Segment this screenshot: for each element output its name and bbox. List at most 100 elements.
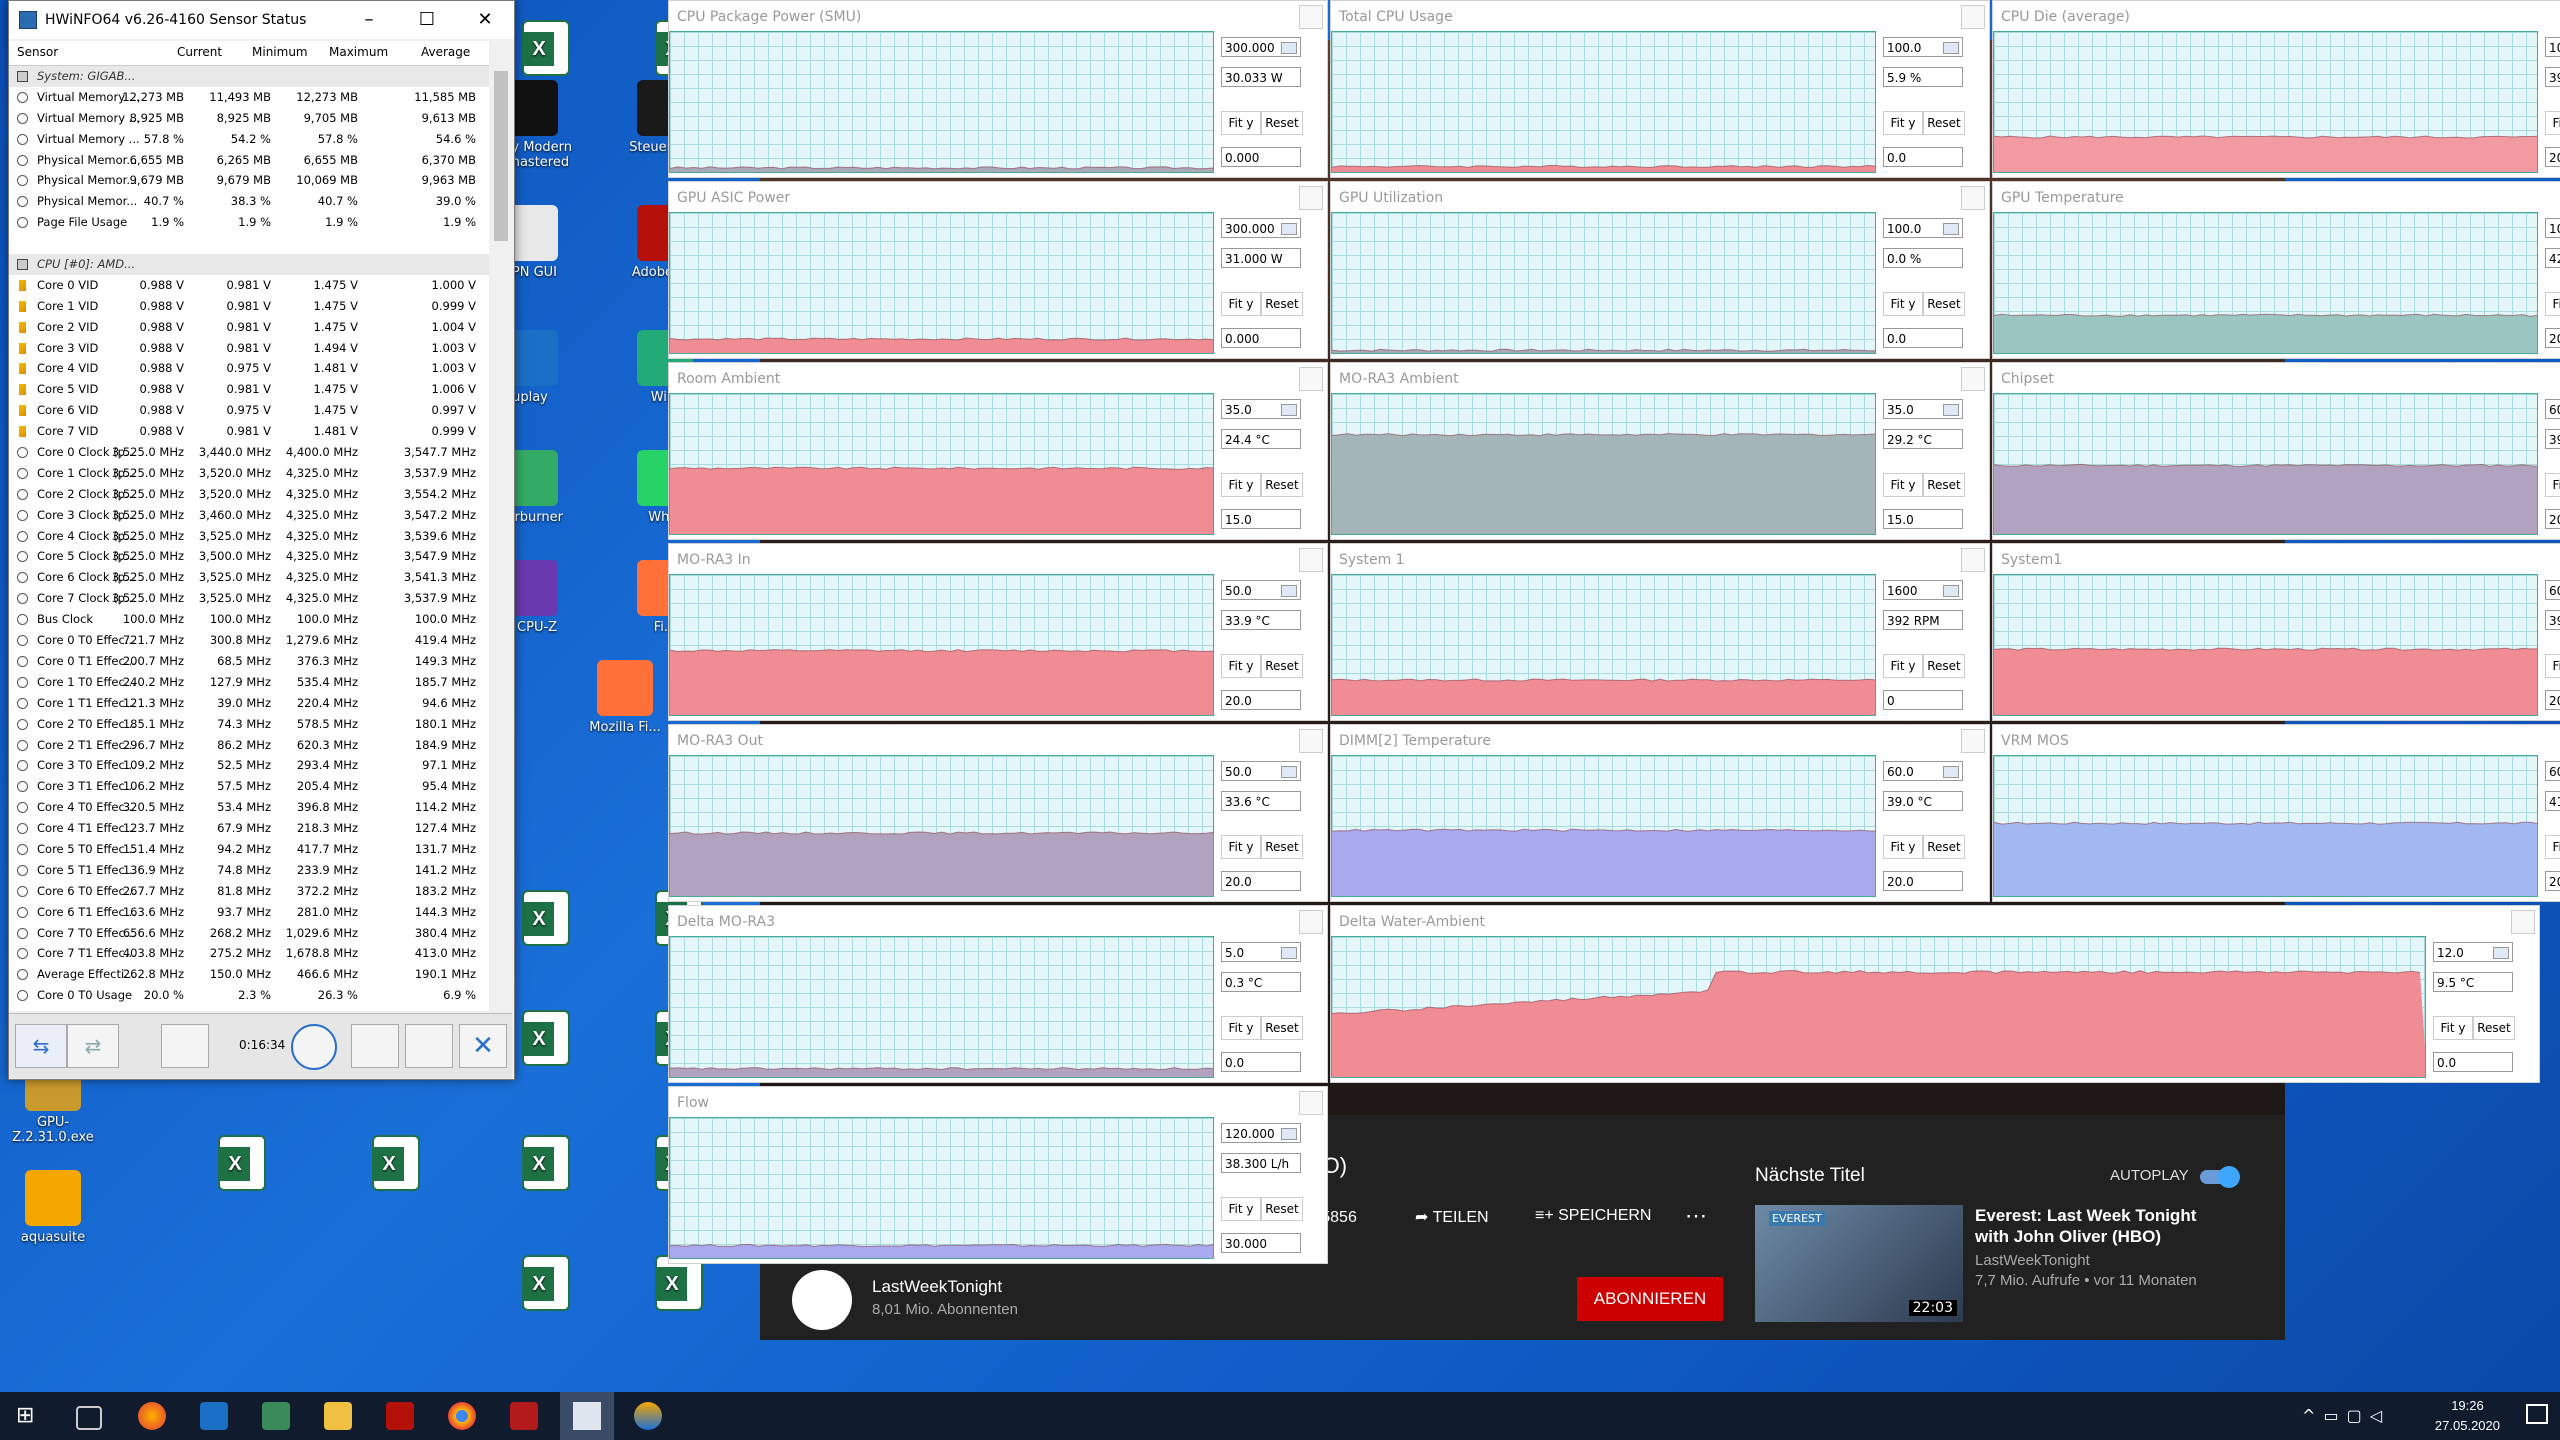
task-view-icon[interactable] bbox=[76, 1406, 102, 1430]
collapse-arrows-icon[interactable]: ⇄ bbox=[67, 1024, 119, 1068]
graph-min-input[interactable]: 0.0 bbox=[2433, 1052, 2513, 1072]
excel-file-icon[interactable] bbox=[655, 1255, 703, 1315]
system-clock[interactable]: 19:26 27.05.2020 bbox=[2435, 1396, 2500, 1436]
sensor-graph-window[interactable]: Delta Water-Ambient 12.0 9.5 °C Fit y Reset 0… bbox=[1330, 905, 2540, 1083]
hwinfo-taskbar-active[interactable] bbox=[560, 1392, 614, 1440]
reset-button[interactable]: Reset bbox=[1923, 654, 1965, 678]
spinner-icon[interactable] bbox=[1281, 1128, 1297, 1140]
navigate-arrows-icon[interactable]: ⇆ bbox=[15, 1024, 67, 1068]
excel-file-icon[interactable] bbox=[522, 890, 570, 950]
spinner-icon[interactable] bbox=[1281, 947, 1297, 959]
file-explorer-icon[interactable] bbox=[324, 1402, 352, 1430]
spinner-icon[interactable] bbox=[1281, 42, 1297, 54]
hwinfo-titlebar[interactable]: HWiNFO64 v6.26-4160 Sensor Status – ☐ ✕ bbox=[9, 1, 514, 39]
fit-y-button[interactable]: Fit y bbox=[2545, 473, 2560, 497]
sensor-row[interactable]: Core 0 T1 Effec... 200.7 MHz 68.5 MHz 376.3… bbox=[9, 651, 489, 672]
sensor-row[interactable] bbox=[9, 233, 489, 254]
sensor-list[interactable]: System: GIGAB... Virtual Memory ... 12,273… bbox=[9, 66, 489, 1011]
sensor-graph-window[interactable]: Chipset60.039.5 °CFit yReset20.0 bbox=[1992, 362, 2560, 540]
graph-close-icon[interactable] bbox=[2511, 910, 2535, 934]
spinner-icon[interactable] bbox=[2493, 947, 2509, 959]
spinner-icon[interactable] bbox=[1943, 585, 1959, 597]
sensor-row[interactable]: Core 3 T1 Effec... 106.2 MHz 57.5 MHz 205.4… bbox=[9, 776, 489, 797]
sensor-row[interactable]: Core 6 T1 Effec... 163.6 MHz 93.7 MHz 281.0… bbox=[9, 902, 489, 923]
graph-min-input[interactable]: 15.0 bbox=[1221, 509, 1301, 529]
sensor-row[interactable]: Core 0 T0 Usage 20.0 % 2.3 % 26.3 % 6.9 % bbox=[9, 985, 489, 1006]
report-icon[interactable] bbox=[351, 1024, 399, 1068]
graph-close-icon[interactable] bbox=[1961, 729, 1985, 753]
close-sensors-icon[interactable]: ✕ bbox=[459, 1024, 507, 1068]
fit-y-button[interactable]: Fit y bbox=[1221, 292, 1261, 316]
reset-button[interactable]: Reset bbox=[1923, 473, 1965, 497]
outlook-icon[interactable] bbox=[200, 1402, 228, 1430]
scrollbar-thumb[interactable] bbox=[494, 71, 508, 241]
sensor-row[interactable]: Core 7 Clock (p... 3,525.0 MHz 3,525.0 MHz… bbox=[9, 588, 489, 609]
excel-file-icon[interactable] bbox=[522, 1135, 570, 1195]
graph-close-icon[interactable] bbox=[1299, 186, 1323, 210]
sensor-graph-window[interactable]: Delta MO-RA3 5.0 0.3 °C Fit y Reset 0.0 bbox=[668, 905, 1328, 1083]
fit-y-button[interactable]: Fit y bbox=[2545, 835, 2560, 859]
sensor-graph-window[interactable]: MO-RA3 In 50.0 33.9 °C Fit y Reset 20.0 bbox=[668, 543, 1328, 721]
save-button[interactable]: ≡+ SPEICHERN bbox=[1535, 1207, 1651, 1225]
sensor-row[interactable]: Core 4 T0 Effec... 320.5 MHz 53.4 MHz 396.8… bbox=[9, 797, 489, 818]
autoplay-toggle[interactable] bbox=[2200, 1166, 2240, 1188]
sensor-row[interactable]: Core 4 Clock (p... 3,525.0 MHz 3,525.0 MHz… bbox=[9, 526, 489, 547]
fit-y-button[interactable]: Fit y bbox=[2545, 292, 2560, 316]
fit-y-button[interactable]: Fit y bbox=[2545, 654, 2560, 678]
column-header[interactable]: Sensor bbox=[17, 45, 58, 59]
graph-close-icon[interactable] bbox=[1299, 1091, 1323, 1115]
graph-min-input[interactable]: 0.0 bbox=[1221, 1052, 1301, 1072]
fit-y-button[interactable]: Fit y bbox=[1883, 111, 1923, 135]
channel-name[interactable]: LastWeekTonight bbox=[872, 1277, 1002, 1297]
column-header[interactable]: Maximum bbox=[329, 45, 388, 59]
graph-min-input[interactable]: 0.000 bbox=[1221, 328, 1301, 348]
sensor-row[interactable]: Core 5 VID 0.988 V 0.981 V 1.475 V 1.006 V bbox=[9, 379, 489, 400]
graph-min-input[interactable]: 0.000 bbox=[1221, 147, 1301, 167]
graph-min-input[interactable]: 15.0 bbox=[1883, 509, 1963, 529]
reset-button[interactable]: Reset bbox=[1923, 835, 1965, 859]
graph-min-input[interactable]: 20.0 bbox=[1883, 871, 1963, 891]
graph-close-icon[interactable] bbox=[1961, 5, 1985, 29]
graph-min-input[interactable]: 20.0 bbox=[1221, 871, 1301, 891]
sensor-graph-window[interactable]: Total CPU Usage 100.0 5.9 % Fit y Reset 0.0 bbox=[1330, 0, 1990, 178]
column-header[interactable]: Current bbox=[177, 45, 222, 59]
share-button[interactable]: ➦ TEILEN bbox=[1415, 1207, 1489, 1227]
spinner-icon[interactable] bbox=[1281, 223, 1297, 235]
spinner-icon[interactable] bbox=[1281, 585, 1297, 597]
start-windows-icon[interactable]: ⊞ bbox=[16, 1402, 44, 1430]
sensor-row[interactable]: Virtual Memory ... 8,925 MB 8,925 MB 9,705 … bbox=[9, 108, 489, 129]
graph-max-input[interactable]: 60 bbox=[2545, 580, 2560, 600]
spinner-icon[interactable] bbox=[1281, 404, 1297, 416]
fit-y-button[interactable]: Fit y bbox=[1221, 473, 1261, 497]
sensor-row[interactable]: Physical Memor... 9,679 MB 9,679 MB 10,069 … bbox=[9, 170, 489, 191]
hwinfo-sensor-window[interactable]: HWiNFO64 v6.26-4160 Sensor Status – ☐ ✕ … bbox=[8, 0, 515, 1080]
sensor-graph-window[interactable]: System 1 1600 392 RPM Fit y Reset 0 bbox=[1330, 543, 1990, 721]
graph-close-icon[interactable] bbox=[1299, 548, 1323, 572]
sensor-row[interactable]: Physical Memor... 6,655 MB 6,265 MB 6,655 M… bbox=[9, 150, 489, 171]
graph-max-input[interactable]: 100.0 bbox=[2545, 37, 2560, 57]
sensor-row[interactable]: Core 2 T1 Effec... 296.7 MHz 86.2 MHz 620.3… bbox=[9, 735, 489, 756]
spinner-icon[interactable] bbox=[1943, 766, 1959, 778]
sensor-graph-window[interactable]: System16039 °CFit yReset20 bbox=[1992, 543, 2560, 721]
sensor-graph-window[interactable]: GPU Utilization 100.0 0.0 % Fit y Reset 0.0 bbox=[1330, 181, 1990, 359]
excel-file-icon[interactable] bbox=[522, 20, 570, 80]
fit-y-button[interactable]: Fit y bbox=[1221, 111, 1261, 135]
graph-min-input[interactable]: 20.0 bbox=[2545, 328, 2560, 348]
sensor-row[interactable]: Core 2 VID 0.988 V 0.981 V 1.475 V 1.004 V bbox=[9, 317, 489, 338]
sensor-row[interactable]: Core 0 VID 0.988 V 0.981 V 1.475 V 1.000 V bbox=[9, 275, 489, 296]
aquasuite-icon[interactable] bbox=[634, 1402, 662, 1430]
reset-button[interactable]: Reset bbox=[1261, 111, 1303, 135]
reset-button[interactable]: Reset bbox=[1261, 473, 1303, 497]
sensor-row[interactable]: Page File Usage 1.9 % 1.9 % 1.9 % 1.9 % bbox=[9, 212, 489, 233]
reset-button[interactable]: Reset bbox=[1261, 1197, 1303, 1221]
fit-y-button[interactable]: Fit y bbox=[1883, 473, 1923, 497]
fit-y-button[interactable]: Fit y bbox=[1221, 1016, 1261, 1040]
minimize-icon[interactable]: – bbox=[340, 1, 398, 39]
fit-y-button[interactable]: Fit y bbox=[1221, 835, 1261, 859]
graph-min-input[interactable]: 20 bbox=[2545, 871, 2560, 891]
sensor-row[interactable]: Virtual Memory ... 12,273 MB 11,493 MB 12,2… bbox=[9, 87, 489, 108]
sensor-list-scrollbar[interactable] bbox=[490, 41, 512, 1011]
sensor-graph-window[interactable]: Flow 120.000 38.300 L/h Fit y Reset 30.000 bbox=[668, 1086, 1328, 1264]
column-header[interactable]: Minimum bbox=[252, 45, 308, 59]
more-options-icon[interactable]: ⋯ bbox=[1685, 1203, 1707, 1229]
